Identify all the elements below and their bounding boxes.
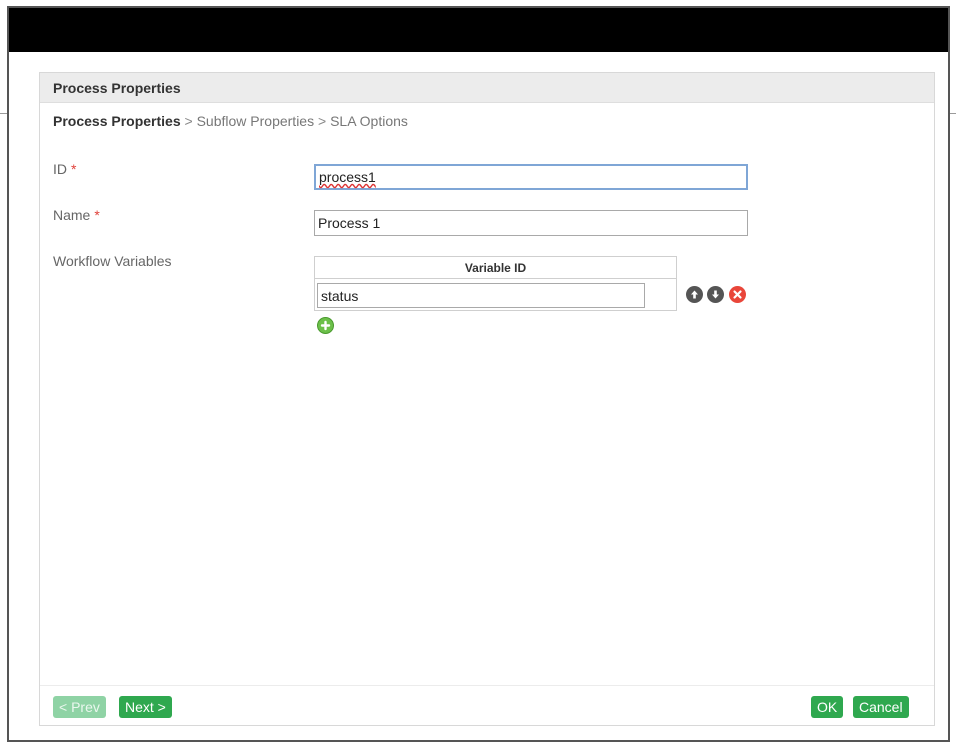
name-label-text: Name: [53, 207, 91, 223]
add-circle-icon[interactable]: [317, 317, 334, 334]
breadcrumb: Process Properties > Subflow Properties …: [53, 113, 408, 129]
process-properties-dialog: Process Properties Process Properties > …: [39, 72, 935, 726]
breadcrumb-step-sla[interactable]: SLA Options: [330, 113, 408, 129]
variable-id-input[interactable]: [317, 283, 645, 308]
breadcrumb-separator: >: [184, 113, 193, 129]
cancel-button[interactable]: Cancel: [853, 696, 909, 718]
delete-circle-icon[interactable]: [729, 286, 746, 303]
dialog-title: Process Properties: [40, 73, 934, 103]
ok-button[interactable]: OK: [811, 696, 844, 718]
variables-table: Variable ID: [314, 256, 677, 311]
variables-table-header: Variable ID: [315, 257, 676, 279]
prev-button[interactable]: < Prev: [53, 696, 106, 718]
workflow-variables-label: Workflow Variables: [53, 253, 172, 269]
window-titlebar[interactable]: [9, 8, 948, 52]
name-input[interactable]: [314, 210, 748, 236]
breadcrumb-step-subflow[interactable]: Subflow Properties: [197, 113, 315, 129]
arrow-up-circle-icon[interactable]: [686, 286, 703, 303]
next-button[interactable]: Next >: [119, 696, 172, 718]
breadcrumb-separator: >: [318, 113, 327, 129]
required-marker: *: [71, 161, 77, 177]
breadcrumb-current: Process Properties: [53, 113, 181, 129]
arrow-down-circle-icon[interactable]: [707, 286, 724, 303]
id-label: ID *: [53, 161, 76, 177]
footer-divider: [40, 685, 934, 686]
required-marker: *: [94, 207, 100, 223]
name-label: Name *: [53, 207, 100, 223]
id-label-text: ID: [53, 161, 67, 177]
id-input[interactable]: process1: [314, 164, 748, 190]
modal-window: Process Properties Process Properties > …: [7, 6, 950, 742]
id-input-value: process1: [319, 169, 376, 185]
